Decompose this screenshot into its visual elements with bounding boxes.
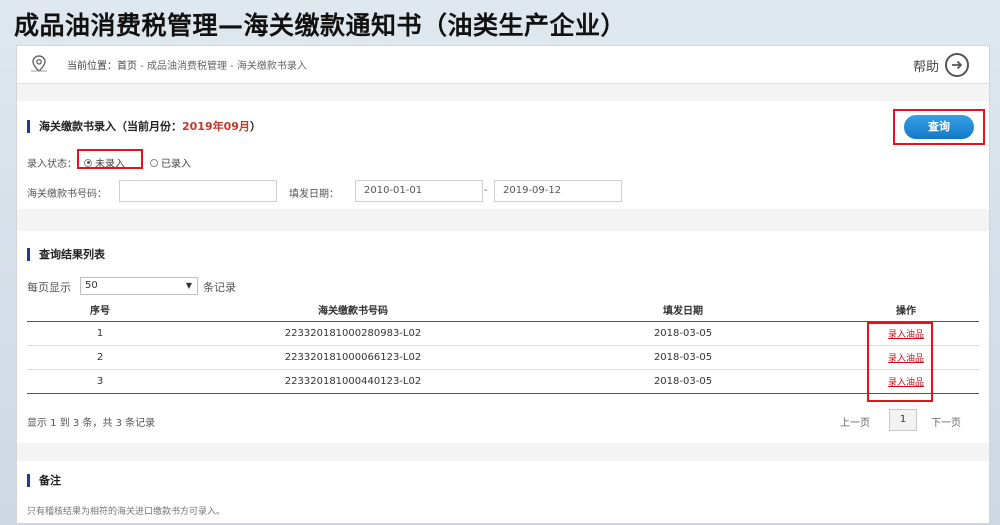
radio-checked-icon xyxy=(84,158,92,167)
remarks-section: 备注 只有稽核结果为相符的海关进口缴款书方可录入。 xyxy=(17,461,989,523)
date-label: 填发日期： xyxy=(289,189,339,200)
date-from-input[interactable]: 2010-01-01 xyxy=(355,180,483,202)
status-radio-entered[interactable]: 已录入 xyxy=(150,155,191,170)
chevron-down-icon: ▼ xyxy=(185,281,192,290)
table-header-row: 序号 海关缴款书号码 填发日期 操作 xyxy=(27,299,979,322)
column-header-index: 序号 xyxy=(27,299,173,322)
action-column-highlight xyxy=(867,322,933,402)
per-page-prefix: 每页显示 xyxy=(27,281,71,294)
main-panel: 当前位置：首页 - 成品油消费税管理 - 海关缴款书录入 帮助 海关缴款书录入（… xyxy=(16,45,990,523)
column-header-date: 填发日期 xyxy=(533,299,833,322)
entry-section-title: 海关缴款书录入（当前月份：2019年09月） xyxy=(27,120,261,133)
row-date: 2018-03-05 xyxy=(533,345,833,370)
status-label: 录入状态： xyxy=(27,159,77,170)
slide-title: 成品油消费税管理—海关缴款通知书（油类生产企业） xyxy=(14,11,627,40)
number-label: 海关缴款书号码： xyxy=(27,189,107,200)
row-index: 1 xyxy=(27,321,173,346)
row-date: 2018-03-05 xyxy=(533,369,833,394)
arrow-right-circle-icon xyxy=(945,53,969,77)
breadcrumb-path: - 成品油消费税管理 - 海关缴款书录入 xyxy=(137,61,307,72)
breadcrumb-label: 当前位置： xyxy=(67,61,117,72)
results-summary: 显示 1 到 3 条，共 3 条记录 xyxy=(27,418,156,429)
table-row: 3 223320181000440123-L02 2018-03-05 录入油品 xyxy=(27,369,979,394)
table-row: 1 223320181000280983-L02 2018-03-05 录入油品 xyxy=(27,321,979,346)
results-section-title: 查询结果列表 xyxy=(27,248,105,261)
number-input[interactable] xyxy=(119,180,277,202)
row-index: 3 xyxy=(27,369,173,394)
remarks-section-title: 备注 xyxy=(27,474,61,487)
prev-page-button[interactable]: 上一页 xyxy=(840,414,870,429)
per-page-value: 50 xyxy=(85,280,98,291)
location-icon xyxy=(31,55,47,72)
breadcrumb-home-link[interactable]: 首页 xyxy=(117,61,137,72)
help-button[interactable]: 帮助 xyxy=(913,51,969,79)
per-page-select[interactable]: 50 ▼ xyxy=(80,277,198,295)
top-bar: 当前位置：首页 - 成品油消费税管理 - 海关缴款书录入 帮助 xyxy=(17,46,989,84)
date-to-input[interactable]: 2019-09-12 xyxy=(494,180,622,202)
table-row: 2 223320181000066123-L02 2018-03-05 录入油品 xyxy=(27,345,979,370)
column-header-number: 海关缴款书号码 xyxy=(173,299,533,322)
current-month: 2019年09月 xyxy=(182,120,250,133)
radio-unchecked-icon xyxy=(150,158,158,167)
row-index: 2 xyxy=(27,345,173,370)
query-button[interactable]: 查询 xyxy=(904,115,974,139)
row-number: 223320181000280983-L02 xyxy=(173,321,533,346)
row-number: 223320181000066123-L02 xyxy=(173,345,533,370)
status-option-label: 未录入 xyxy=(95,159,125,170)
breadcrumb: 当前位置：首页 - 成品油消费税管理 - 海关缴款书录入 xyxy=(67,57,307,72)
next-page-button[interactable]: 下一页 xyxy=(931,414,961,429)
per-page-suffix: 条记录 xyxy=(203,281,236,294)
entry-section: 海关缴款书录入（当前月份：2019年09月） 查询 录入状态： 未录入 已录入 … xyxy=(17,101,989,209)
page-1-button[interactable]: 1 xyxy=(889,409,917,431)
column-header-action: 操作 xyxy=(833,299,979,322)
help-label: 帮助 xyxy=(912,59,939,75)
date-separator: - xyxy=(484,185,488,196)
row-date: 2018-03-05 xyxy=(533,321,833,346)
status-option-label: 已录入 xyxy=(161,159,191,170)
results-table: 序号 海关缴款书号码 填发日期 操作 1 223320181000280983-… xyxy=(27,299,979,394)
results-section: 查询结果列表 每页显示 50 ▼ 条记录 序号 海关缴款书号码 填发日期 操作 … xyxy=(17,231,989,443)
row-number: 223320181000440123-L02 xyxy=(173,369,533,394)
status-radio-unentered[interactable]: 未录入 xyxy=(84,155,125,170)
remarks-text: 只有稽核结果为相符的海关进口缴款书方可录入。 xyxy=(27,507,226,517)
